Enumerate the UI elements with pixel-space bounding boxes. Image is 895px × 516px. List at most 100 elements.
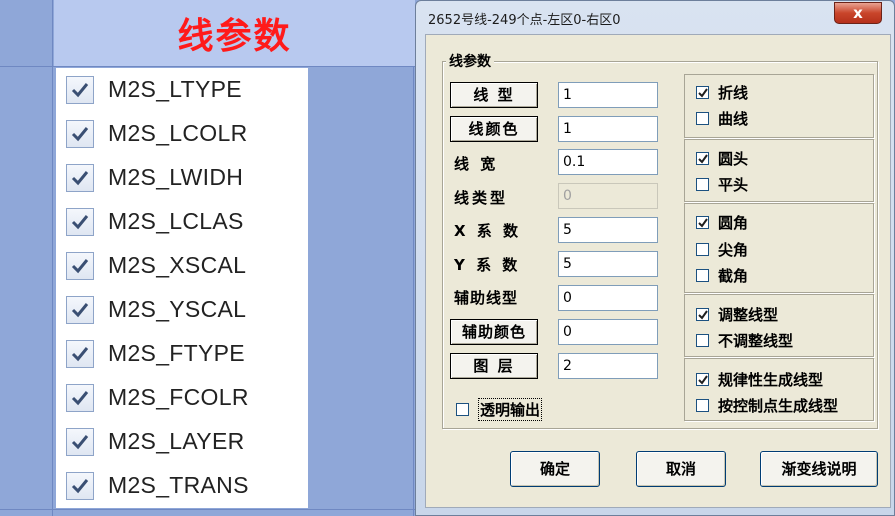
line-color-input[interactable]: 1 [558,116,658,142]
field-checkbox-m2s-ftype[interactable]: M2S_FTYPE [56,332,245,375]
regular-generate-label: 规律性生成线型 [718,370,824,389]
no-adjust-linetype-checkbox[interactable]: 不调整线型 [696,331,794,350]
field-label: M2S_LWIDH [108,164,244,190]
sheet-area: 线参数 M2S_LTYPE M2S_LCOLR M2S_LWIDH M2S_LC… [0,0,415,516]
close-button[interactable]: x [834,2,882,24]
field-label: M2S_FCOLR [108,384,249,410]
checkbox-checked-icon[interactable] [66,75,94,104]
sharp-corner-label: 尖角 [718,240,749,259]
grid-line [0,509,415,510]
checkbox-unchecked-icon[interactable] [696,268,709,282]
grid-line [413,0,414,516]
grid-line [0,66,415,67]
aux-color-button[interactable]: 辅助颜色 [450,319,538,345]
layer-input[interactable]: 2 [558,353,658,379]
y-scale-input[interactable]: 5 [558,251,658,277]
round-head-checkbox[interactable]: 圆头 [696,149,749,168]
checkbox-checked-icon[interactable] [66,427,94,456]
cut-corner-checkbox[interactable]: 截角 [696,266,749,285]
checkbox-checked-icon[interactable] [66,339,94,368]
regular-generate-checkbox[interactable]: 规律性生成线型 [696,370,824,389]
polyline-checkbox[interactable]: 折线 [696,83,749,102]
field-label: M2S_XSCAL [108,252,247,278]
checkbox-checked-icon[interactable] [66,295,94,324]
sheet-header-title: 线参数 [54,0,415,66]
line-type-button[interactable]: 线 型 [450,82,538,108]
field-checkbox-m2s-yscal[interactable]: M2S_YSCAL [56,288,246,331]
checkbox-checked-icon[interactable] [696,307,709,321]
field-checkbox-m2s-lclas[interactable]: M2S_LCLAS [56,200,244,243]
aux-line-type-input[interactable]: 0 [558,285,658,311]
line-class-label: 线类型 [454,189,509,207]
flat-head-checkbox[interactable]: 平头 [696,175,749,194]
field-label: M2S_LCLAS [108,208,244,234]
checkbox-checked-icon[interactable] [66,207,94,236]
round-head-label: 圆头 [718,149,749,168]
field-checkbox-m2s-lwidh[interactable]: M2S_LWIDH [56,156,243,199]
aux-color-input[interactable]: 0 [558,319,658,345]
dialog-client: 线参数 线 型 1 线颜色 1 线 宽 0.1 线类型 0 X 系 数 5 Y … [425,34,891,508]
line-width-input[interactable]: 0.1 [558,149,658,175]
round-corner-label: 圆角 [718,213,749,232]
line-width-label: 线 宽 [454,155,499,173]
grid-line [52,0,53,516]
checkbox-checked-icon[interactable] [66,471,94,500]
checkbox-unchecked-icon[interactable] [696,242,709,256]
checkbox-checked-icon[interactable] [696,215,709,229]
layer-button[interactable]: 图 层 [450,353,538,379]
round-corner-checkbox[interactable]: 圆角 [696,213,749,232]
curve-checkbox[interactable]: 曲线 [696,109,748,128]
checkbox-checked-icon[interactable] [66,163,94,192]
field-label: M2S_FTYPE [108,340,245,366]
checkbox-checked-icon[interactable] [696,151,709,165]
checkbox-unchecked-icon[interactable] [696,333,709,347]
field-label: M2S_LAYER [108,428,245,454]
control-point-generate-label: 按控制点生成线型 [718,396,839,415]
line-color-button[interactable]: 线颜色 [450,116,538,142]
sharp-corner-checkbox[interactable]: 尖角 [696,240,749,259]
adjust-linetype-checkbox[interactable]: 调整线型 [696,305,779,324]
checkbox-unchecked-icon[interactable] [456,402,469,416]
transparent-output-checkbox[interactable]: 透明输出 [456,397,543,421]
line-class-input: 0 [558,183,658,209]
x-scale-label: X 系 数 [454,222,522,240]
field-checkbox-m2s-layer[interactable]: M2S_LAYER [56,420,245,463]
checkbox-unchecked-icon[interactable] [696,177,709,191]
field-checkbox-m2s-trans[interactable]: M2S_TRANS [56,464,249,507]
field-checkbox-m2s-xscal[interactable]: M2S_XSCAL [56,244,246,287]
checkbox-checked-icon[interactable] [66,383,94,412]
checkbox-checked-icon[interactable] [696,372,709,386]
field-label: M2S_LCOLR [108,120,248,146]
cancel-button[interactable]: 取消 [636,451,726,487]
ok-button[interactable]: 确定 [510,451,600,487]
gradient-help-button[interactable]: 渐变线说明 [760,451,878,487]
dialog-titlebar[interactable]: 2652号线-249个点-左区0-右区0 x [416,1,894,33]
field-label: M2S_LTYPE [108,76,242,102]
aux-line-type-label: 辅助线型 [454,289,519,307]
checkbox-unchecked-icon[interactable] [696,398,709,412]
checkbox-checked-icon[interactable] [66,251,94,280]
y-scale-label: Y 系 数 [454,256,521,274]
close-icon: x [853,4,863,22]
checkbox-checked-icon[interactable] [66,119,94,148]
line-type-input[interactable]: 1 [558,82,658,108]
checkbox-unchecked-icon[interactable] [696,111,709,125]
adjust-linetype-label: 调整线型 [718,305,779,324]
no-adjust-linetype-label: 不调整线型 [718,331,794,350]
field-checkbox-list: M2S_LTYPE M2S_LCOLR M2S_LWIDH M2S_LCLAS … [56,68,308,508]
x-scale-input[interactable]: 5 [558,217,658,243]
field-label: M2S_TRANS [108,472,249,498]
dialog-title: 2652号线-249个点-左区0-右区0 [428,13,621,28]
control-point-generate-checkbox[interactable]: 按控制点生成线型 [696,396,839,415]
field-checkbox-m2s-lcolr[interactable]: M2S_LCOLR [56,112,247,155]
polyline-label: 折线 [718,83,749,102]
flat-head-label: 平头 [718,175,749,194]
field-label: M2S_YSCAL [108,296,247,322]
transparent-output-label: 透明输出 [478,397,543,421]
cut-corner-label: 截角 [718,266,749,285]
field-checkbox-m2s-fcolr[interactable]: M2S_FCOLR [56,376,249,419]
field-checkbox-m2s-ltype[interactable]: M2S_LTYPE [56,68,242,111]
line-params-dialog: 2652号线-249个点-左区0-右区0 x 线参数 线 型 1 线颜色 1 线… [415,0,895,516]
checkbox-checked-icon[interactable] [696,85,709,99]
group-label: 线参数 [446,51,494,71]
